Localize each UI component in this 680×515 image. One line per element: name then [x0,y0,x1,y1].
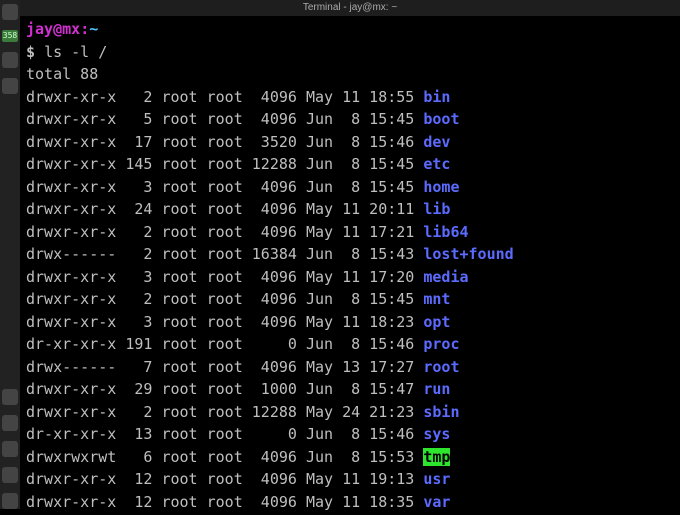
command-line: $ ls -l / [26,41,674,64]
row-name: media [423,268,468,286]
listing-row: drwxr-xr-x 145 root root 12288 Jun 8 15:… [26,153,674,176]
prompt-at: @ [53,20,62,38]
listing-row: drwx------ 7 root root 4096 May 13 17:27… [26,356,674,379]
side-panel: 358 [0,0,20,509]
row-meta: drwxr-xr-x 2 root root 4096 May 11 17:21 [26,223,423,241]
prompt-colon: : [80,20,89,38]
row-name: proc [423,335,459,353]
row-name: bin [423,88,450,106]
row-name: sbin [423,403,459,421]
listing-row: drwxrwxrwt 6 root root 4096 Jun 8 15:53 … [26,446,674,469]
row-name: mnt [423,290,450,308]
dock-item[interactable] [2,4,18,20]
prompt-symbol: $ [26,43,44,61]
row-name: boot [423,110,459,128]
dock-item[interactable] [2,415,18,431]
dock-item[interactable] [2,441,18,457]
prompt-host: mx [62,20,80,38]
listing-row: dr-xr-xr-x 13 root root 0 Jun 8 15:46 sy… [26,423,674,446]
listing-row: drwxr-xr-x 2 root root 4096 Jun 8 15:45 … [26,288,674,311]
row-meta: drwxr-xr-x 3 root root 4096 May 11 18:23 [26,313,423,331]
listing-row: drwxr-xr-x 12 root root 4096 May 11 18:3… [26,491,674,514]
dock-item[interactable] [2,493,18,509]
row-name: usr [423,470,450,488]
row-name: tmp [423,448,450,466]
listing-row: drwxr-xr-x 24 root root 4096 May 11 20:1… [26,198,674,221]
row-meta: drwxr-xr-x 2 root root 4096 May 11 18:55 [26,88,423,106]
listing-row: drwxr-xr-x 2 root root 12288 May 24 21:2… [26,401,674,424]
row-meta: drwxrwxrwt 6 root root 4096 Jun 8 15:53 [26,448,423,466]
row-meta: dr-xr-xr-x 13 root root 0 Jun 8 15:46 [26,425,423,443]
listing-row: drwxr-xr-x 12 root root 4096 May 11 19:1… [26,468,674,491]
prompt-path: ~ [89,20,98,38]
row-name: opt [423,313,450,331]
dock-item[interactable] [2,52,18,68]
row-meta: drwxr-xr-x 3 root root 4096 Jun 8 15:45 [26,178,423,196]
dock-item[interactable] [2,467,18,483]
listing-row: drwxr-xr-x 3 root root 4096 May 11 17:20… [26,266,674,289]
listing-row: drwxr-xr-x 29 root root 1000 Jun 8 15:47… [26,378,674,401]
row-meta: drwxr-xr-x 24 root root 4096 May 11 20:1… [26,200,423,218]
row-name: dev [423,133,450,151]
row-meta: drwxr-xr-x 2 root root 12288 May 24 21:2… [26,403,423,421]
workspace-badge[interactable]: 358 [2,30,18,42]
row-name: run [423,380,450,398]
listing-row: dr-xr-xr-x 191 root root 0 Jun 8 15:46 p… [26,333,674,356]
total-line: total 88 [26,63,674,86]
row-name: root [423,358,459,376]
row-meta: drwxr-xr-x 12 root root 4096 May 11 19:1… [26,470,423,488]
row-name: etc [423,155,450,173]
terminal-window: Terminal - jay@mx: ~ jay@mx:~$ ls -l /to… [20,0,680,509]
row-meta: drwxr-xr-x 29 root root 1000 Jun 8 15:47 [26,380,423,398]
row-meta: drwxr-xr-x 3 root root 4096 May 11 17:20 [26,268,423,286]
prompt-user: jay [26,20,53,38]
listing-row: drwxr-xr-x 5 root root 4096 Jun 8 15:45 … [26,108,674,131]
row-meta: drwxr-xr-x 5 root root 4096 Jun 8 15:45 [26,110,423,128]
window-titlebar[interactable]: Terminal - jay@mx: ~ [20,0,680,16]
row-name: lib64 [423,223,468,241]
row-meta: drwxr-xr-x 2 root root 4096 Jun 8 15:45 [26,290,423,308]
row-meta: dr-xr-xr-x 191 root root 0 Jun 8 15:46 [26,335,423,353]
row-name: lib [423,200,450,218]
listing-row: drwxr-xr-x 3 root root 4096 May 11 18:23… [26,311,674,334]
row-name: home [423,178,459,196]
row-name: lost+found [423,245,513,263]
row-name: sys [423,425,450,443]
row-name: var [423,493,450,511]
terminal-output[interactable]: jay@mx:~$ ls -l /total 88drwxr-xr-x 2 ro… [20,16,680,515]
command-text: ls -l / [44,43,107,61]
row-meta: drwxr-xr-x 145 root root 12288 Jun 8 15:… [26,155,423,173]
dock-item[interactable] [2,389,18,405]
dock-item[interactable] [2,78,18,94]
listing-row: drwx------ 2 root root 16384 Jun 8 15:43… [26,243,674,266]
row-meta: drwx------ 2 root root 16384 Jun 8 15:43 [26,245,423,263]
listing-row: drwxr-xr-x 2 root root 4096 May 11 18:55… [26,86,674,109]
row-meta: drwxr-xr-x 12 root root 4096 May 11 18:3… [26,493,423,511]
listing-row: drwxr-xr-x 17 root root 3520 Jun 8 15:46… [26,131,674,154]
prompt-line: jay@mx:~ [26,18,674,41]
listing-row: drwxr-xr-x 2 root root 4096 May 11 17:21… [26,221,674,244]
row-meta: drwx------ 7 root root 4096 May 13 17:27 [26,358,423,376]
listing-row: drwxr-xr-x 3 root root 4096 Jun 8 15:45 … [26,176,674,199]
row-meta: drwxr-xr-x 17 root root 3520 Jun 8 15:46 [26,133,423,151]
